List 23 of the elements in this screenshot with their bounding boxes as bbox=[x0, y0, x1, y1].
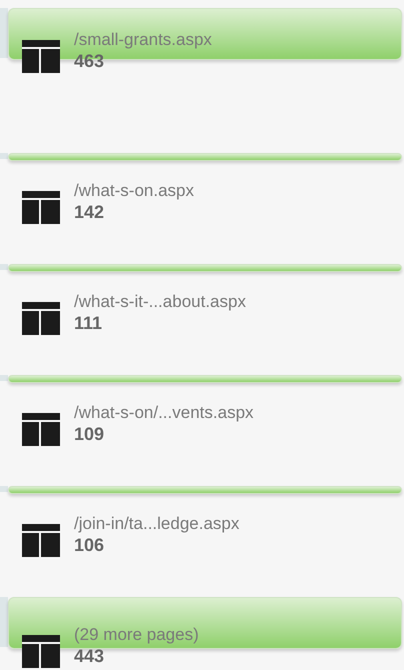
page-icon bbox=[22, 524, 60, 557]
connector-stub bbox=[0, 486, 8, 492]
connector-stub bbox=[0, 153, 8, 159]
connector-stub bbox=[0, 8, 8, 58]
page-icon bbox=[22, 413, 60, 446]
page-path[interactable]: /small-grants.aspx bbox=[74, 30, 212, 50]
page-path[interactable]: /what-s-on.aspx bbox=[74, 181, 194, 201]
visit-count: 106 bbox=[74, 534, 106, 556]
visit-count: 142 bbox=[74, 201, 106, 223]
page-path[interactable]: /what-s-on/...vents.aspx bbox=[74, 403, 254, 423]
page-icon bbox=[22, 635, 60, 668]
visit-count: 443 bbox=[74, 645, 106, 667]
page-path[interactable]: /what-s-it-...about.aspx bbox=[74, 292, 246, 312]
page-icon bbox=[22, 40, 60, 73]
page-path[interactable]: /join-in/ta...ledge.aspx bbox=[74, 514, 240, 534]
page-icon bbox=[22, 302, 60, 335]
connector-stub bbox=[0, 597, 8, 647]
page-icon bbox=[22, 191, 60, 224]
visit-count: 111 bbox=[74, 312, 104, 334]
connector-stub bbox=[0, 375, 8, 381]
connector-stub bbox=[0, 264, 8, 270]
visit-count: 109 bbox=[74, 423, 106, 445]
page-path[interactable]: (29 more pages) bbox=[74, 625, 199, 645]
